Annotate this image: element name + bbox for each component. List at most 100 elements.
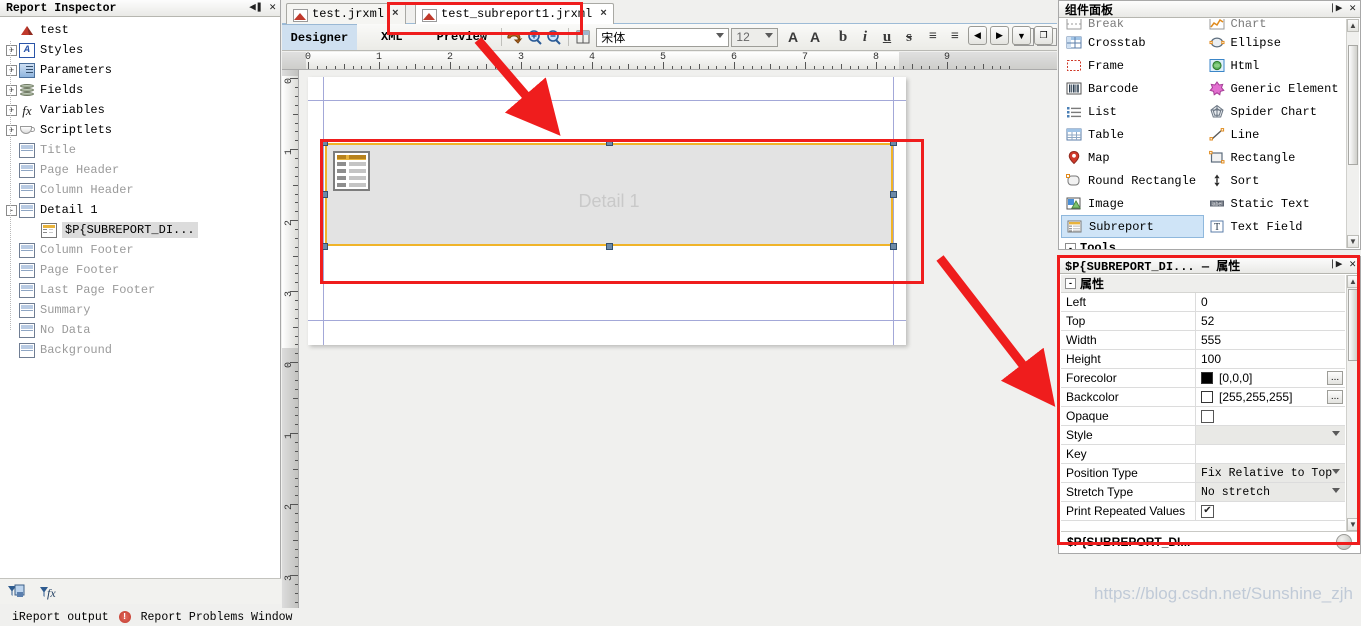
maximize-icon[interactable]: ❐ (1034, 26, 1053, 45)
doc-list-icon[interactable]: ▼ (1012, 26, 1031, 45)
tree-node-column-header[interactable]: Column Header (0, 180, 280, 200)
close-icon[interactable]: ✕ (1349, 258, 1356, 272)
resize-handle-nw[interactable] (321, 139, 328, 146)
tree-node-detail-1[interactable]: - Detail 1 (0, 200, 280, 220)
palette-item-html[interactable]: Html (1204, 54, 1347, 77)
expand-icon[interactable]: + (6, 64, 17, 76)
tab-close-icon[interactable]: × (392, 8, 399, 20)
document-tab-test-subreport1[interactable]: test_subreport1.jrxml × (415, 3, 614, 24)
collapse-icon[interactable]: - (1065, 278, 1076, 289)
collapse-icon[interactable]: - (1065, 242, 1076, 249)
view-tab-xml[interactable]: XML (357, 24, 427, 50)
expand-icon[interactable]: + (6, 104, 17, 116)
palette-item-barcode[interactable]: Barcode (1061, 77, 1204, 100)
expand-icon[interactable]: + (6, 124, 17, 136)
bold-icon[interactable]: b (832, 26, 854, 48)
property-value-cell[interactable]: No stretch (1196, 483, 1345, 501)
property-checkbox[interactable] (1201, 409, 1214, 423)
increase-font-size-icon[interactable]: A (782, 26, 804, 48)
palette-item-rectangle[interactable]: Rectangle (1204, 146, 1347, 169)
tree-node-no-data[interactable]: No Data (0, 320, 280, 340)
resize-handle-e[interactable] (890, 191, 897, 198)
palette-item-image[interactable]: Image (1061, 192, 1204, 215)
tree-node-background[interactable]: Background (0, 340, 280, 360)
resize-handle-ne[interactable] (890, 139, 897, 146)
resize-handle-sw[interactable] (321, 243, 328, 250)
tree-node-column-footer[interactable]: Column Footer (0, 240, 280, 260)
font-size-select[interactable]: 12 (731, 27, 778, 47)
palette-item-table[interactable]: Table (1061, 123, 1204, 146)
tree-node-fields[interactable]: + Fields (0, 80, 280, 100)
property-value-cell[interactable]: 52 (1196, 312, 1345, 330)
chevron-down-icon[interactable] (1332, 469, 1340, 474)
expand-icon[interactable]: + (6, 44, 17, 56)
color-picker-button[interactable]: ... (1327, 371, 1343, 385)
property-value-cell[interactable]: 0 (1196, 293, 1345, 311)
help-knob-icon[interactable] (1336, 534, 1352, 550)
expand-icon[interactable]: + (6, 84, 17, 96)
property-checkbox[interactable]: ✔ (1201, 504, 1214, 518)
color-swatch[interactable] (1201, 372, 1213, 384)
prev-doc-icon[interactable]: ◀ (968, 26, 987, 45)
document-tab-test[interactable]: test.jrxml × (286, 3, 406, 24)
strikethrough-icon[interactable]: s (898, 26, 920, 48)
align-center-icon[interactable]: ≡ (944, 26, 966, 48)
palette-item-crosstab[interactable]: Crosstab (1061, 31, 1204, 54)
zoom-out-icon[interactable] (545, 26, 564, 48)
resize-handle-w[interactable] (321, 191, 328, 198)
underline-icon[interactable]: u (876, 26, 898, 48)
property-value-cell[interactable]: 555 (1196, 331, 1345, 349)
palette-item-spider-chart[interactable]: Spider Chart (1204, 100, 1347, 123)
property-value-cell[interactable]: 100 (1196, 350, 1345, 368)
resize-handle-se[interactable] (890, 243, 897, 250)
chevron-down-icon[interactable] (1332, 488, 1340, 493)
filter-variables-icon[interactable]: fx (40, 584, 58, 600)
scroll-up-icon[interactable]: ▲ (1347, 275, 1359, 288)
filter-parameters-icon[interactable] (8, 584, 26, 600)
close-icon[interactable]: ✕ (269, 1, 276, 15)
ireport-output-tab[interactable]: iReport output (12, 611, 109, 624)
properties-group-header[interactable]: - 属性 (1061, 275, 1345, 293)
tree-node-scriptlets[interactable]: + Scriptlets (0, 120, 280, 140)
close-icon[interactable]: ✕ (1349, 2, 1356, 16)
tree-node-title[interactable]: Title (0, 140, 280, 160)
properties-scrollbar[interactable]: ▲ ▼ (1346, 275, 1359, 531)
tab-close-icon[interactable]: × (600, 8, 607, 20)
palette-item-break[interactable]: Break (1061, 19, 1204, 31)
font-family-select[interactable]: 宋体 (596, 27, 730, 47)
tree-node-page-header[interactable]: Page Header (0, 160, 280, 180)
palette-item-static-text[interactable]: label Static Text (1204, 192, 1347, 215)
view-tab-preview[interactable]: Preview (427, 24, 497, 50)
property-value-cell[interactable]: ✔ (1196, 502, 1345, 520)
tree-node-page-footer[interactable]: Page Footer (0, 260, 280, 280)
detail-band-element[interactable]: Detail 1 (321, 139, 897, 250)
design-canvas[interactable]: Detail 1 (300, 70, 1057, 608)
italic-icon[interactable]: i (854, 26, 876, 48)
scrollbar-thumb[interactable] (1348, 45, 1358, 165)
palette-item-round-rectangle[interactable]: Round Rectangle (1061, 169, 1204, 192)
scrollbar-thumb[interactable] (1348, 289, 1358, 361)
tree-node-styles[interactable]: + A Styles (0, 40, 280, 60)
palette-item-subreport[interactable]: Subreport (1061, 215, 1204, 238)
collapse-icon[interactable]: - (6, 204, 17, 216)
palette-item-map[interactable]: Map (1061, 146, 1204, 169)
property-value-cell[interactable] (1196, 426, 1345, 444)
color-picker-button[interactable]: ... (1327, 390, 1343, 404)
minimize-icon[interactable]: ◀❚ (249, 1, 262, 15)
align-left-icon[interactable]: ≡ (922, 26, 944, 48)
zoom-fit-icon[interactable] (573, 26, 592, 48)
tree-node-last-page-footer[interactable]: Last Page Footer (0, 280, 280, 300)
float-icon[interactable]: ❘▶ (1329, 2, 1342, 16)
view-tab-designer[interactable]: Designer (282, 24, 357, 50)
property-value-cell[interactable]: [255,255,255]... (1196, 388, 1345, 406)
palette-item-sort[interactable]: Sort (1204, 169, 1347, 192)
property-value-cell[interactable]: [0,0,0]... (1196, 369, 1345, 387)
color-swatch[interactable] (1201, 391, 1213, 403)
resize-handle-s[interactable] (606, 243, 613, 250)
resize-handle-n[interactable] (606, 139, 613, 146)
preview-refresh-icon[interactable] (506, 26, 525, 48)
property-value-cell[interactable]: Fix Relative to Top (1196, 464, 1345, 482)
scroll-up-icon[interactable]: ▲ (1347, 19, 1359, 32)
float-icon[interactable]: ❘▶ (1329, 258, 1342, 272)
next-doc-icon[interactable]: ▶ (990, 26, 1009, 45)
